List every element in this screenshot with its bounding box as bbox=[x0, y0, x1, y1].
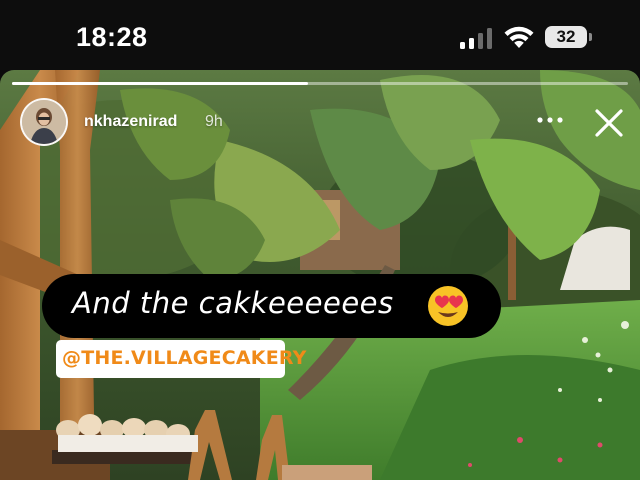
close-icon[interactable] bbox=[592, 106, 626, 140]
mention-text: @THE.VILLAGECAKERY bbox=[62, 347, 307, 369]
caption-text: And the cakkeeeeees bbox=[72, 286, 394, 320]
mention-sticker[interactable]: @THE.VILLAGECAKERY bbox=[56, 340, 306, 378]
story-progress-fill bbox=[12, 82, 308, 85]
story-username[interactable]: nkhazenirad bbox=[84, 113, 177, 131]
story-viewer[interactable]: nkhazenirad 9h And the cakkeeeeees @THE.… bbox=[0, 70, 640, 480]
more-icon[interactable] bbox=[536, 114, 564, 126]
cellular-signal-icon bbox=[460, 27, 494, 49]
battery-terminal bbox=[589, 33, 592, 41]
caption-sticker: And the cakkeeeeees bbox=[42, 274, 501, 338]
avatar[interactable] bbox=[20, 98, 68, 146]
story-progress-bar bbox=[12, 82, 628, 85]
story-time-ago: 9h bbox=[205, 113, 223, 130]
status-time: 18:28 bbox=[76, 22, 148, 52]
avatar-photo bbox=[22, 100, 66, 144]
battery-indicator: 32 bbox=[545, 26, 587, 48]
heart-eyes-emoji-icon bbox=[428, 286, 468, 326]
status-bar: 18:28 32 bbox=[0, 0, 640, 70]
wifi-icon bbox=[504, 26, 534, 48]
